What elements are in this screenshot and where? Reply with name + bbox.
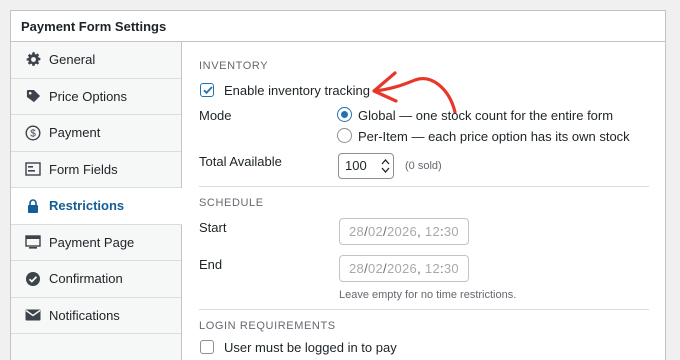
start-label: Start (199, 220, 227, 235)
end-day: 28 (349, 261, 365, 276)
inventory-heading: INVENTORY (199, 60, 269, 72)
gear-icon (25, 52, 41, 68)
mode-per-item-radio[interactable] (337, 128, 352, 143)
require-login-checkbox[interactable] (200, 340, 214, 354)
end-minute: 30 (443, 261, 459, 276)
enable-inventory-checkbox[interactable] (200, 83, 214, 97)
require-login-label: User must be logged in to pay (224, 340, 397, 355)
sidebar-item-label: Price Options (49, 88, 128, 104)
end-label: End (199, 257, 223, 272)
enable-inventory-label: Enable inventory tracking (224, 83, 370, 98)
lock-icon (25, 198, 41, 214)
mode-global-label: Global — one stock count for the entire … (358, 108, 614, 123)
check-circle-icon (25, 271, 41, 287)
dollar-circle-icon: $ (25, 125, 41, 141)
sidebar-item-label: Form Fields (49, 161, 118, 177)
login-requirements-heading: LOGIN REQUIREMENTS (199, 320, 336, 332)
schedule-heading: SCHEDULE (199, 197, 264, 209)
sidebar-item-notifications[interactable]: Notifications (11, 298, 181, 334)
settings-panel: Payment Form Settings General Price Opti… (10, 10, 666, 360)
sidebar-item-label: General (49, 52, 96, 68)
settings-content: INVENTORY Enable inventory tracking Mode… (183, 42, 665, 360)
sidebar-item-price-options[interactable]: Price Options (11, 79, 181, 115)
sold-count: (0 sold) (405, 160, 442, 172)
sidebar-item-label: Confirmation (49, 271, 123, 287)
svg-text:$: $ (30, 128, 36, 139)
end-hour: 12 (424, 261, 440, 276)
sidebar-item-payment[interactable]: $ Payment (11, 115, 181, 152)
sidebar-item-label: Payment (49, 125, 101, 141)
payment-page-icon (25, 234, 41, 250)
mode-label: Mode (199, 108, 232, 123)
end-datetime-input[interactable]: 28/02/2026, 12:30 (339, 255, 469, 282)
sidebar-item-general[interactable]: General (11, 42, 181, 79)
total-available-value: 100 (345, 158, 367, 173)
start-month: 02 (367, 224, 384, 239)
start-hour: 12 (424, 224, 440, 239)
section-divider (199, 186, 649, 187)
sidebar-item-restrictions[interactable]: Restrictions (11, 188, 182, 225)
spinner-icon[interactable] (381, 158, 390, 174)
panel-title: Payment Form Settings (11, 11, 665, 42)
sidebar-item-confirmation[interactable]: Confirmation (11, 261, 181, 298)
sidebar-item-label: Notifications (49, 307, 120, 323)
form-fields-icon (25, 161, 41, 177)
start-year: 2026 (386, 224, 418, 239)
start-minute: 30 (443, 224, 459, 239)
start-day: 28 (349, 224, 365, 239)
sidebar-item-label: Payment Page (49, 234, 135, 250)
total-available-input[interactable]: 100 (338, 153, 394, 179)
schedule-hint: Leave empty for no time restrictions. (339, 289, 517, 301)
end-month: 02 (367, 261, 384, 276)
start-datetime-input[interactable]: 28/02/2026, 12:30 (339, 218, 469, 245)
sidebar-item-form-fields[interactable]: Form Fields (11, 152, 181, 188)
envelope-icon (25, 307, 41, 323)
total-available-label: Total Available (199, 154, 282, 169)
section-divider (199, 309, 649, 310)
sidebar-item-label: Restrictions (49, 198, 125, 214)
sidebar-item-payment-page[interactable]: Payment Page (11, 225, 181, 261)
tag-icon (25, 88, 41, 104)
end-year: 2026 (386, 261, 418, 276)
mode-global-radio[interactable] (337, 107, 352, 122)
settings-sidebar: General Price Options $ Payment Form Fie… (11, 42, 182, 360)
mode-per-item-label: Per-Item — each price option has its own… (358, 129, 630, 144)
